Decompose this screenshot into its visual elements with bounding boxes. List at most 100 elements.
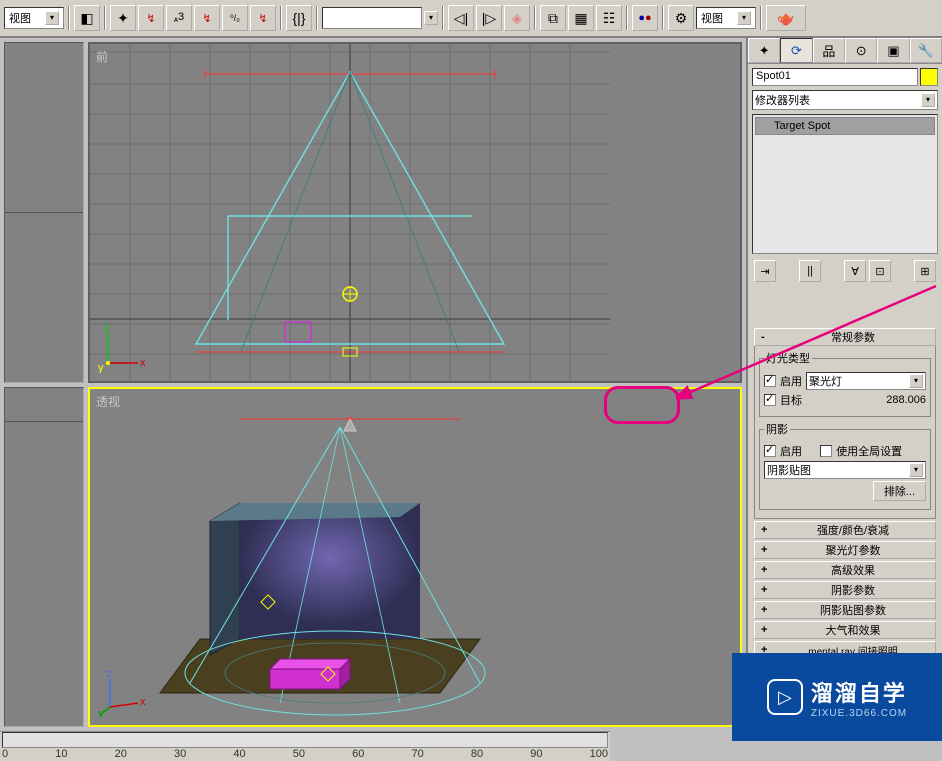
timeline-track[interactable] xyxy=(2,732,608,748)
render-setup-btn[interactable]: ⚙ xyxy=(668,5,694,31)
tick: 60 xyxy=(352,748,364,760)
dropdown-arrow-icon: ▾ xyxy=(737,11,751,25)
modifier-list-dropdown[interactable]: 修改器列表 ▾ xyxy=(752,90,938,110)
spacing-btn[interactable]: {|} xyxy=(286,5,312,31)
percent-snap-btn[interactable]: ⁰/₀ xyxy=(222,5,248,31)
view-dropdown-2[interactable]: 视图 ▾ xyxy=(696,7,756,29)
separator xyxy=(442,6,444,30)
layers-btn[interactable]: ⧉ xyxy=(540,5,566,31)
rollout-general-params[interactable]: - 常规参数 xyxy=(754,328,936,346)
modifier-stack[interactable]: Target Spot xyxy=(752,114,938,254)
rollout-spotlight-params[interactable]: +聚光灯参数 xyxy=(754,541,936,559)
snap-btn-3[interactable]: ↯ xyxy=(194,5,220,31)
perspective-scene xyxy=(90,389,740,726)
rollout-title: 强度/颜色/衰减 xyxy=(777,522,929,538)
legend: 灯光类型 xyxy=(764,350,812,366)
named-selection-arrow-icon[interactable]: ▾ xyxy=(424,11,438,25)
light-type-select[interactable]: 聚光灯 ▾ xyxy=(806,372,926,390)
checkbox-label: 启用 xyxy=(780,373,802,389)
tab-hierarchy[interactable]: 品 xyxy=(813,38,845,63)
tab-create[interactable]: ✦ xyxy=(748,38,780,63)
named-selection-input[interactable] xyxy=(322,7,422,29)
rollout-intensity[interactable]: +强度/颜色/衰减 xyxy=(754,521,936,539)
rollout-advanced-effects[interactable]: + 高级效果 xyxy=(754,561,936,579)
snap-btn-1[interactable]: ✦ xyxy=(110,5,136,31)
svg-text:z: z xyxy=(106,668,112,680)
watermark-title: 溜溜自学 xyxy=(811,676,907,708)
svg-text:y: y xyxy=(98,362,104,373)
watermark-url: ZIXUE.3D66.COM xyxy=(811,708,907,719)
remove-modifier-btn[interactable]: ⊡ xyxy=(869,260,891,282)
tool-btn-1[interactable]: ◧ xyxy=(74,5,100,31)
rollout-title: 高级效果 xyxy=(777,562,929,578)
object-color-swatch[interactable] xyxy=(920,68,938,86)
make-unique-btn[interactable]: ∀ xyxy=(844,260,866,282)
show-end-result-btn[interactable]: || xyxy=(799,260,821,282)
expand-icon: + xyxy=(761,544,771,556)
front-scene xyxy=(90,44,740,381)
next-key-btn[interactable]: |▷ xyxy=(476,5,502,31)
tab-utilities[interactable]: 🔧 xyxy=(910,38,942,63)
exclude-button[interactable]: 排除... xyxy=(873,481,926,501)
tick: 70 xyxy=(412,748,424,760)
separator xyxy=(316,6,318,30)
rollout-atmosphere[interactable]: +大气和效果 xyxy=(754,621,936,639)
snap-angle-btn[interactable]: ᴬ3 xyxy=(166,5,192,31)
command-panel-tabs: ✦ ⟳ 品 ⊙ ▣ 🔧 xyxy=(748,38,942,64)
command-panel: ✦ ⟳ 品 ⊙ ▣ 🔧 Spot01 修改器列表 ▾ Target Spot ⇥… xyxy=(746,38,942,731)
rollout-title: 阴影贴图参数 xyxy=(777,602,929,618)
viewport-row-bottom: 透视 xyxy=(4,387,742,728)
stack-item[interactable]: Target Spot xyxy=(755,117,935,135)
configure-sets-btn[interactable]: ⊞ xyxy=(914,260,936,282)
eraser-btn[interactable]: ◈ xyxy=(504,5,530,31)
timeline[interactable]: 0 10 20 30 40 50 60 70 80 90 100 xyxy=(0,731,610,761)
play-logo-icon: ▷ xyxy=(767,679,803,715)
snap-btn-2[interactable]: ↯ xyxy=(138,5,164,31)
separator xyxy=(280,6,282,30)
shadow-group: 阴影 启用 使用全局设置 阴影贴图 ▾ xyxy=(759,421,931,510)
enable-light-checkbox[interactable] xyxy=(764,375,776,387)
viewports: 前 xyxy=(0,38,746,731)
checkbox-label: 使用全局设置 xyxy=(836,443,902,459)
material-editor-btn[interactable]: ●● xyxy=(632,5,658,31)
dropdown-arrow-icon: ▾ xyxy=(909,374,923,388)
tick: 40 xyxy=(233,748,245,760)
checkbox-label: 目标 xyxy=(780,392,802,408)
tab-modify[interactable]: ⟳ xyxy=(780,38,812,63)
rollout-shadow-map-params[interactable]: + 阴影贴图参数 xyxy=(754,601,936,619)
axis-triad-icon: z x y xyxy=(98,323,148,373)
viewport-perspective[interactable]: 透视 xyxy=(88,387,742,728)
expand-icon: + xyxy=(761,604,771,616)
tab-motion[interactable]: ⊙ xyxy=(845,38,877,63)
enable-shadow-checkbox[interactable] xyxy=(764,445,776,457)
select-value: 聚光灯 xyxy=(809,373,842,389)
expand-icon: + xyxy=(761,584,771,596)
dropdown-arrow-icon: ▾ xyxy=(921,93,935,107)
pin-stack-btn[interactable]: ⇥ xyxy=(754,260,776,282)
viewport-front[interactable]: 前 xyxy=(88,42,742,383)
timeline-ticks: 0 10 20 30 40 50 60 70 80 90 100 xyxy=(0,748,610,760)
rollout-title: 常规参数 xyxy=(777,329,929,345)
tab-display[interactable]: ▣ xyxy=(877,38,909,63)
snap-btn-4[interactable]: ↯ xyxy=(250,5,276,31)
rollout-general-body: 灯光类型 启用 聚光灯 ▾ 目标 xyxy=(754,346,936,519)
viewport-top-small[interactable] xyxy=(4,42,84,383)
viewport-bottom-small[interactable] xyxy=(4,387,84,728)
view-dropdown-1[interactable]: 视图 ▾ xyxy=(4,7,64,29)
expand-icon: + xyxy=(761,564,771,576)
schematic-btn[interactable]: ▦ xyxy=(568,5,594,31)
global-shadow-checkbox[interactable] xyxy=(820,445,832,457)
tick: 90 xyxy=(530,748,542,760)
separator xyxy=(68,6,70,30)
main-area: 前 xyxy=(0,38,942,731)
prev-key-btn[interactable]: ◁| xyxy=(448,5,474,31)
object-name-field[interactable]: Spot01 xyxy=(752,68,918,86)
render-teapot-btn[interactable]: 🫖 xyxy=(766,5,806,31)
target-distance-value: 288.006 xyxy=(886,394,926,406)
rollouts: - 常规参数 灯光类型 启用 聚光灯 ▾ xyxy=(752,324,938,681)
rollout-shadow-params[interactable]: +阴影参数 xyxy=(754,581,936,599)
separator xyxy=(760,6,762,30)
shadow-type-select[interactable]: 阴影贴图 ▾ xyxy=(764,461,926,479)
target-checkbox[interactable] xyxy=(764,394,776,406)
list-btn[interactable]: ☷ xyxy=(596,5,622,31)
